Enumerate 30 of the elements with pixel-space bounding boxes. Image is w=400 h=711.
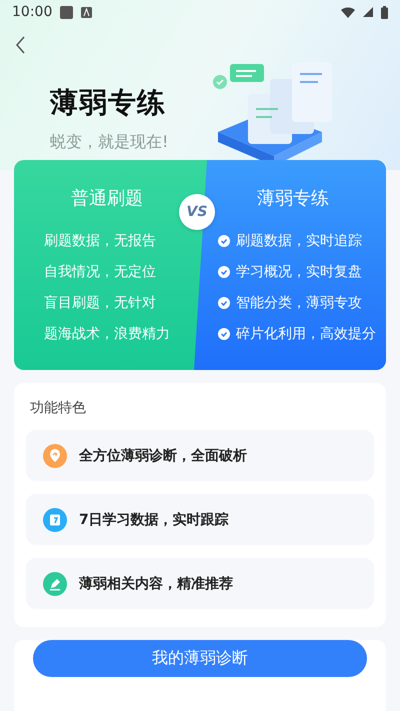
notification-icon — [60, 6, 74, 18]
comparison-item: 智能分类，薄弱专攻 — [236, 294, 362, 312]
page-title: 薄弱专练 — [50, 85, 167, 121]
location-pin-icon — [43, 444, 67, 468]
check-icon — [218, 328, 230, 340]
feature-text: 7日学习数据，实时跟踪 — [79, 510, 229, 528]
comparison-item: 盲目刷题，无针对 — [44, 294, 157, 312]
pen-icon — [43, 572, 67, 596]
wifi-icon — [341, 6, 355, 18]
page-subtitle: 蜕变，就是现在! — [50, 132, 170, 153]
section-title: 功能特色 — [30, 399, 87, 417]
battery-icon — [381, 6, 388, 18]
diagnosis-button[interactable]: 我的薄弱诊断 — [33, 640, 367, 677]
column-title: 普通刷题 — [70, 187, 144, 210]
signal-icon — [363, 7, 373, 17]
feature-text: 全方位薄弱诊断，全面破析 — [79, 446, 247, 464]
comparison-item: 刷题数据，实时追踪 — [236, 232, 362, 250]
comparison-item: 碎片化利用，高效提分 — [236, 325, 376, 343]
calendar-icon — [43, 508, 67, 532]
status-time: 10:00 — [12, 4, 52, 20]
comparison-item: 自我情况，无定位 — [44, 263, 157, 281]
feature-text: 薄弱相关内容，精准推荐 — [79, 574, 233, 592]
comparison-item: 题海战术，浪费精力 — [44, 325, 171, 343]
check-icon — [218, 235, 230, 247]
check-icon — [218, 297, 230, 309]
column-title: 薄弱专练 — [256, 187, 330, 210]
comparison-item: 学习概况，实时复盘 — [236, 263, 362, 281]
check-icon — [218, 266, 230, 278]
comparison-item: 刷题数据，无报告 — [44, 232, 157, 250]
keyboard-icon — [81, 6, 92, 18]
